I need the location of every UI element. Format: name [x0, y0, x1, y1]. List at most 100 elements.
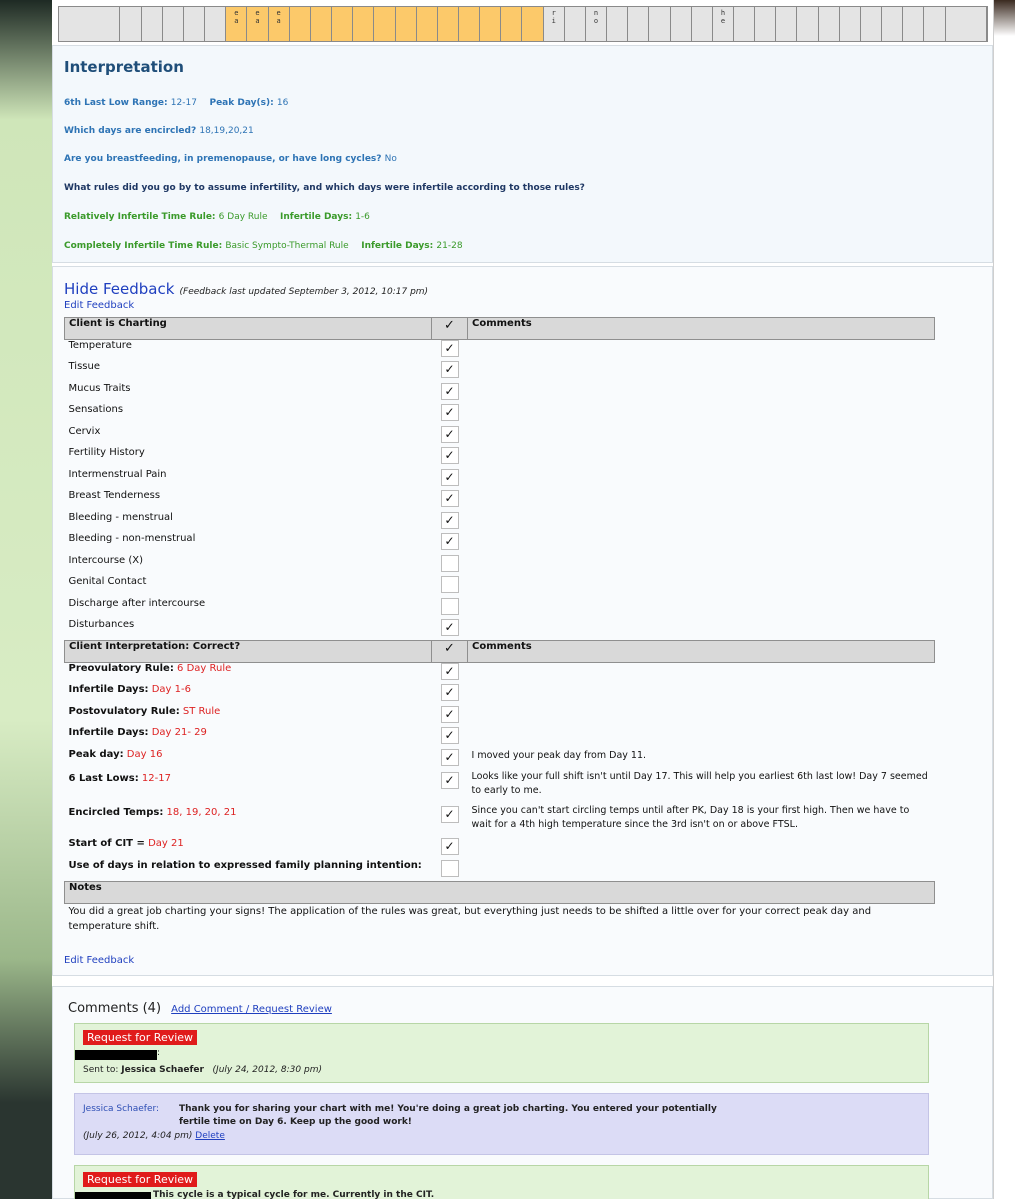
- checkbox[interactable]: ✓: [440, 806, 459, 823]
- chart-day-cell[interactable]: [924, 7, 946, 41]
- encircled-line: Which days are encircled? 18,19,20,21: [64, 126, 254, 136]
- complete-rule-value: Basic Sympto-Thermal Rule: [225, 241, 349, 251]
- chart-day-cell[interactable]: [797, 7, 819, 41]
- chart-day-cell[interactable]: [310, 7, 333, 41]
- chart-day-cell[interactable]: [183, 7, 206, 41]
- background-left: [0, 0, 52, 1199]
- checkbox[interactable]: ✓: [440, 340, 459, 357]
- scrollbar-area[interactable]: [993, 0, 1015, 1199]
- interpretation-value: Day 16: [126, 748, 163, 760]
- interpretation-label-cell: Preovulatory Rule: 6 Day Rule: [65, 663, 432, 685]
- checkbox[interactable]: ✓: [440, 361, 459, 378]
- interpretation-comment: [468, 706, 935, 728]
- chart-day-cell[interactable]: [670, 7, 692, 41]
- chart-day-cell[interactable]: [522, 7, 544, 41]
- chart-day-cell[interactable]: [903, 7, 925, 41]
- chart-day-cell[interactable]: [776, 7, 798, 41]
- chart-day-cell[interactable]: [649, 7, 671, 41]
- chart-day-cell[interactable]: [141, 7, 163, 41]
- comment-time: (July 24, 2012, 8:30 pm): [212, 1065, 322, 1075]
- comment-text: This cycle is a typical cycle for me. Cu…: [153, 1190, 435, 1199]
- checkbox[interactable]: ✓: [440, 511, 459, 529]
- checkbox[interactable]: ✓: [440, 490, 459, 507]
- checkbox[interactable]: ✓: [440, 404, 459, 421]
- checkbox[interactable]: ✓: [440, 425, 459, 443]
- checkbox[interactable]: ✓: [440, 468, 459, 486]
- chart-day-cell[interactable]: ea: [268, 7, 290, 41]
- check-cell: ✓: [432, 382, 468, 405]
- cell-mark-bottom: a: [255, 17, 260, 25]
- complete-rule-line: Completely Infertile Time Rule: Basic Sy…: [64, 241, 463, 251]
- chart-day-cell[interactable]: [205, 7, 227, 41]
- interpretation-value: ST Rule: [182, 705, 221, 717]
- check-cell: [432, 597, 468, 620]
- chart-day-cell[interactable]: no: [585, 7, 608, 41]
- checkbox[interactable]: [440, 859, 459, 877]
- chart-day-cell[interactable]: [839, 7, 861, 41]
- chart-day-cell[interactable]: ri: [543, 7, 565, 41]
- checkbox[interactable]: ✓: [440, 748, 459, 766]
- chart-day-cell[interactable]: [860, 7, 883, 41]
- edit-feedback-link[interactable]: Edit Feedback: [64, 300, 134, 311]
- chart-day-cell[interactable]: [59, 7, 121, 41]
- checkbox[interactable]: ✓: [440, 705, 459, 723]
- comment-author: Jessica Schaefer:: [83, 1104, 160, 1114]
- section-header-label: Client Interpretation: Correct?: [64, 640, 432, 663]
- chart-day-cell[interactable]: [607, 7, 629, 41]
- complete-rule-label: Completely Infertile Time Rule:: [64, 241, 223, 251]
- add-comment-link[interactable]: Add Comment / Request Review: [171, 1004, 332, 1015]
- low-range-label: 6th Last Low Range:: [64, 98, 168, 108]
- charting-label: Cervix: [68, 425, 101, 437]
- charting-row: Fertility History ✓: [65, 447, 935, 469]
- comment-cell: [468, 469, 935, 491]
- chart-day-cell[interactable]: he: [712, 7, 735, 41]
- chart-day-cell[interactable]: [882, 7, 904, 41]
- checkbox[interactable]: ✓: [440, 684, 459, 701]
- chart-day-cell[interactable]: [120, 7, 142, 41]
- interpretation-label: Infertile Days:: [68, 727, 149, 738]
- checkbox[interactable]: [440, 576, 459, 593]
- checkbox[interactable]: [440, 554, 459, 572]
- breastfeeding-line: Are you breastfeeding, in premenopause, …: [64, 154, 397, 164]
- checkbox[interactable]: ✓: [440, 382, 459, 400]
- checkbox[interactable]: ✓: [440, 727, 459, 744]
- checkbox[interactable]: ✓: [440, 663, 459, 680]
- check-cell: ✓: [432, 340, 468, 362]
- charting-label: Discharge after intercourse: [68, 597, 206, 609]
- checkbox[interactable]: ✓: [440, 838, 459, 855]
- chart-day-cell[interactable]: [353, 7, 375, 41]
- chart-day-cell[interactable]: [628, 7, 650, 41]
- chart-day-cell[interactable]: [416, 7, 438, 41]
- check-cell: ✓: [432, 425, 468, 448]
- chart-day-cell[interactable]: [564, 7, 586, 41]
- checkbox[interactable]: [440, 597, 459, 615]
- hide-feedback-link[interactable]: Hide Feedback: [64, 280, 174, 298]
- chart-day-cell[interactable]: ea: [226, 7, 248, 41]
- chart-day-cell[interactable]: [332, 7, 354, 41]
- checkbox[interactable]: ✓: [440, 619, 459, 636]
- charting-label: Intermenstrual Pain: [68, 468, 167, 480]
- chart-day-cell[interactable]: [162, 7, 184, 41]
- checkbox[interactable]: ✓: [440, 533, 459, 550]
- chart-day-cell[interactable]: [755, 7, 777, 41]
- chart-day-cell[interactable]: [691, 7, 713, 41]
- checkbox[interactable]: ✓: [440, 772, 459, 789]
- chart-day-cell[interactable]: [734, 7, 756, 41]
- chart-day-cell[interactable]: [818, 7, 840, 41]
- chart-day-cell[interactable]: [945, 7, 987, 41]
- chart-day-cell[interactable]: [395, 7, 417, 41]
- delete-comment-link[interactable]: Delete: [195, 1131, 225, 1141]
- chart-day-cell[interactable]: [480, 7, 502, 41]
- check-cell: ✓: [432, 804, 468, 838]
- chart-day-cell[interactable]: ea: [247, 7, 269, 41]
- chart-day-cell[interactable]: [458, 7, 481, 41]
- interpretation-label: 6 Last Lows:: [68, 773, 139, 784]
- chart-day-cell[interactable]: [501, 7, 523, 41]
- chart-day-cell[interactable]: [374, 7, 396, 41]
- edit-feedback-link-bottom[interactable]: Edit Feedback: [64, 955, 134, 966]
- chart-day-cell[interactable]: [437, 7, 459, 41]
- interpretation-row: Infertile Days: Day 21- 29 ✓: [65, 727, 935, 749]
- comments-header: Comments: [467, 317, 935, 340]
- chart-day-cell[interactable]: [289, 7, 311, 41]
- checkbox[interactable]: ✓: [440, 447, 459, 464]
